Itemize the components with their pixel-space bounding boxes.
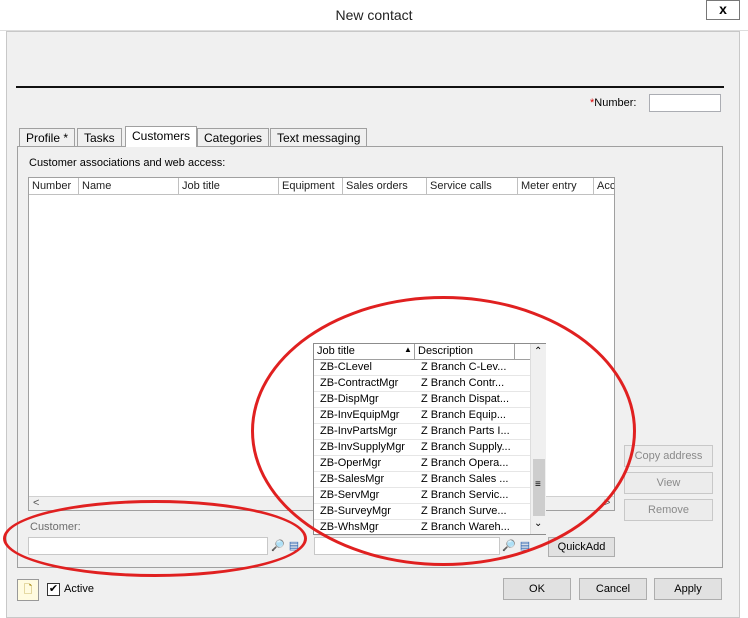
dropdown-row-job: ZB-InvEquipMgr (320, 409, 400, 421)
number-label: *Number: (590, 97, 636, 109)
dropdown-row[interactable]: ZB-InvEquipMgr Z Branch Equip... (314, 408, 530, 424)
dropdown-row-desc: Z Branch Dispat... (421, 393, 510, 405)
header-divider (16, 86, 724, 88)
scroll-up-icon[interactable]: ⌃ (534, 346, 542, 357)
dropdown-row[interactable]: ZB-SalesMgr Z Branch Sales ... (314, 472, 530, 488)
job-title-field[interactable] (314, 537, 500, 555)
dropdown-header: Job title ▲ Description (314, 344, 530, 360)
dropdown-row[interactable]: ZB-ServMgr Z Branch Servic... (314, 488, 530, 504)
dropdown-row[interactable]: ZB-ContractMgr Z Branch Contr... (314, 376, 530, 392)
tab-tasks[interactable]: Tasks (77, 128, 122, 146)
remove-button[interactable]: Remove (624, 499, 713, 521)
dropdown-row[interactable]: ZB-DispMgr Z Branch Dispat... (314, 392, 530, 408)
dropdown-row-desc: Z Branch Surve... (421, 505, 507, 517)
dropdown-row[interactable]: ZB-WhsMgr Z Branch Wareh... (314, 520, 530, 536)
customer-field[interactable] (28, 537, 268, 555)
sort-ascending-icon: ▲ (404, 345, 412, 354)
dropdown-header-job-title[interactable]: Job title ▲ (314, 344, 415, 360)
dropdown-row-desc: Z Branch Parts I... (421, 425, 510, 437)
column-header-number[interactable]: Number (29, 178, 79, 195)
dropdown-row-desc: Z Branch Servic... (421, 489, 509, 501)
cancel-button[interactable]: Cancel (579, 578, 647, 600)
dropdown-vertical-scrollbar[interactable]: ⌃ ≡ ⌄ (530, 344, 546, 534)
window-title: New contact (335, 7, 413, 23)
column-header-name[interactable]: Name (79, 178, 179, 195)
scroll-thumb[interactable]: ≡ (533, 459, 545, 516)
dropdown-row-desc: Z Branch Equip... (421, 409, 506, 421)
job-title-dropdown[interactable]: Job title ▲ Description ZB-CLevel Z Branc… (313, 343, 546, 536)
dropdown-row[interactable]: ZB-InvPartsMgr Z Branch Parts I... (314, 424, 530, 440)
column-header-meter-entry[interactable]: Meter entry (518, 178, 594, 195)
close-button[interactable]: x (706, 0, 740, 20)
column-header-job-title[interactable]: Job title (179, 178, 279, 195)
dropdown-row-desc: Z Branch Supply... (421, 441, 511, 453)
quickadd-button[interactable]: QuickAdd (548, 537, 615, 557)
scroll-down-icon[interactable]: ⌄ (534, 518, 542, 529)
scroll-grip-icon: ≡ (535, 479, 541, 490)
dropdown-row[interactable]: ZB-InvSupplyMgr Z Branch Supply... (314, 440, 530, 456)
dropdown-row-job: ZB-SalesMgr (320, 473, 385, 485)
customer-label: Customer: (30, 521, 81, 533)
dropdown-row-job: ZB-ContractMgr (320, 377, 399, 389)
scroll-left-icon[interactable]: < (33, 497, 39, 509)
dropdown-row[interactable]: ZB-CLevel Z Branch C-Lev... (314, 360, 530, 376)
dropdown-row-desc: Z Branch C-Lev... (421, 361, 507, 373)
tab-categories[interactable]: Categories (197, 128, 270, 146)
number-input[interactable] (649, 94, 721, 112)
dropdown-header-job-title-label: Job title (317, 345, 355, 357)
copy-address-button[interactable]: Copy address (624, 445, 713, 467)
dropdown-row-job: ZB-SurveyMgr (320, 505, 391, 517)
column-header-service-calls[interactable]: Service calls (427, 178, 518, 195)
dropdown-row-job: ZB-ServMgr (320, 489, 380, 501)
dropdown-row-desc: Z Branch Wareh... (421, 521, 510, 533)
column-header-sales-orders[interactable]: Sales orders (343, 178, 427, 195)
dropdown-rows: ZB-CLevel Z Branch C-Lev... ZB-ContractMg… (314, 360, 530, 536)
job-title-lookup-icon[interactable]: ▤ (518, 539, 532, 553)
dropdown-row-job: ZB-InvSupplyMgr (320, 441, 405, 453)
tab-customers[interactable]: Customers (125, 126, 198, 147)
dropdown-row[interactable]: ZB-OperMgr Z Branch Opera... (314, 456, 530, 472)
active-label: Active (64, 583, 94, 595)
dropdown-row-desc: Z Branch Sales ... (421, 473, 509, 485)
header-area (16, 35, 722, 87)
dropdown-row-job: ZB-WhsMgr (320, 521, 379, 533)
dropdown-row-desc: Z Branch Opera... (421, 457, 509, 469)
dropdown-row-job: ZB-CLevel (320, 361, 372, 373)
dropdown-row-job: ZB-OperMgr (320, 457, 382, 469)
scroll-right-icon[interactable]: > (604, 497, 610, 509)
dropdown-row-job: ZB-InvPartsMgr (320, 425, 398, 437)
view-button[interactable]: View (624, 472, 713, 494)
number-label-text: Number: (594, 97, 637, 109)
note-icon[interactable]: 🗋 (17, 579, 39, 601)
customer-lookup-icon[interactable]: ▤ (287, 539, 301, 553)
tab-text-messaging[interactable]: Text messaging (270, 128, 368, 146)
section-label: Customer associations and web access: (29, 157, 226, 169)
job-title-search-icon[interactable]: 🔎 (502, 539, 516, 553)
dropdown-row-job: ZB-DispMgr (320, 393, 379, 405)
ok-button[interactable]: OK (503, 578, 571, 600)
dropdown-row-desc: Z Branch Contr... (421, 377, 505, 389)
apply-button[interactable]: Apply (654, 578, 722, 600)
customer-search-icon[interactable]: 🔎 (271, 539, 285, 553)
dropdown-row[interactable]: ZB-SurveyMgr Z Branch Surve... (314, 504, 530, 520)
active-checkbox[interactable]: ✔ (47, 583, 60, 596)
column-header-equipment[interactable]: Equipment (279, 178, 343, 195)
grid-header: Number Name Job title Equipment Sales or… (29, 178, 614, 195)
dropdown-header-description[interactable]: Description (415, 344, 515, 360)
column-header-acc[interactable]: Acc (594, 178, 614, 195)
tab-profile[interactable]: Profile * (19, 128, 76, 146)
